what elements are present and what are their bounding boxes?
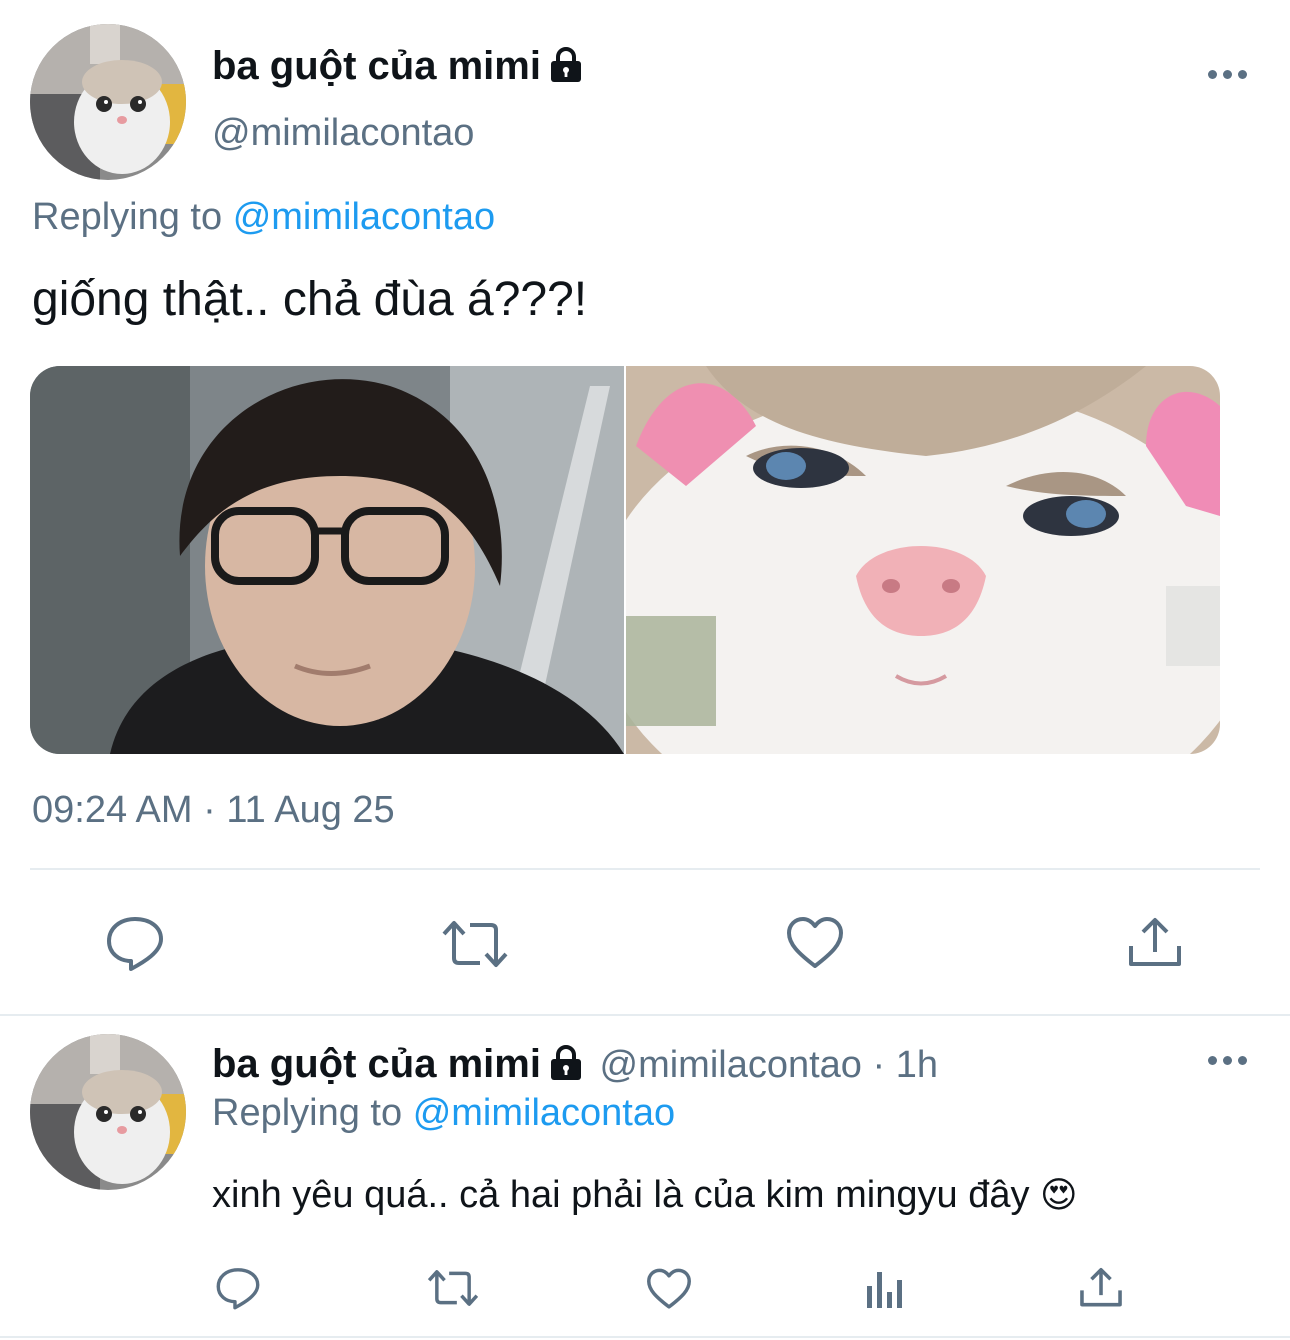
tweet-text: giống thật.. chả đùa á???!	[32, 273, 588, 326]
divider	[0, 1014, 1290, 1016]
reply-text: xinh yêu quá.. cả hai phải là của kim mi…	[212, 1174, 1030, 1216]
replying-to-handle[interactable]: @mimilacontao	[233, 196, 495, 238]
reply-time[interactable]: · 1h	[873, 1044, 938, 1086]
photo-man-glasses[interactable]	[30, 366, 624, 754]
more-icon[interactable]	[1208, 1056, 1248, 1068]
share-icon[interactable]	[1078, 1266, 1124, 1310]
analytics-icon[interactable]	[864, 1268, 906, 1310]
like-icon[interactable]	[786, 916, 844, 970]
tweet-media[interactable]	[30, 366, 1220, 754]
replying-to-handle[interactable]: @mimilacontao	[413, 1092, 675, 1134]
photo-cat-closeup[interactable]	[596, 366, 1220, 754]
avatar[interactable]	[30, 24, 186, 180]
lock-icon	[550, 47, 581, 82]
share-icon[interactable]	[1126, 916, 1184, 970]
author-name[interactable]: ba guột của mimi	[212, 44, 541, 88]
reply-icon[interactable]	[214, 1266, 262, 1310]
author-name[interactable]: ba guột của mimi	[212, 1042, 541, 1086]
retweet-icon[interactable]	[426, 1268, 480, 1308]
replying-to-label: Replying to	[32, 196, 223, 238]
heart-eyes-emoji: 😍	[1040, 1174, 1078, 1215]
divider	[30, 868, 1260, 870]
tweet-timestamp[interactable]: 09:24 AM · 11 Aug 25	[32, 789, 395, 832]
avatar[interactable]	[30, 1034, 186, 1190]
like-icon[interactable]	[646, 1268, 692, 1310]
divider	[0, 1336, 1290, 1338]
reply-icon[interactable]	[104, 914, 166, 972]
author-handle[interactable]: @mimilacontao	[600, 1044, 862, 1086]
more-icon[interactable]	[1208, 70, 1248, 82]
retweet-icon[interactable]	[440, 918, 510, 970]
lock-icon	[550, 1045, 581, 1080]
replying-to-label: Replying to	[212, 1092, 403, 1134]
author-handle[interactable]: @mimilacontao	[212, 112, 474, 155]
